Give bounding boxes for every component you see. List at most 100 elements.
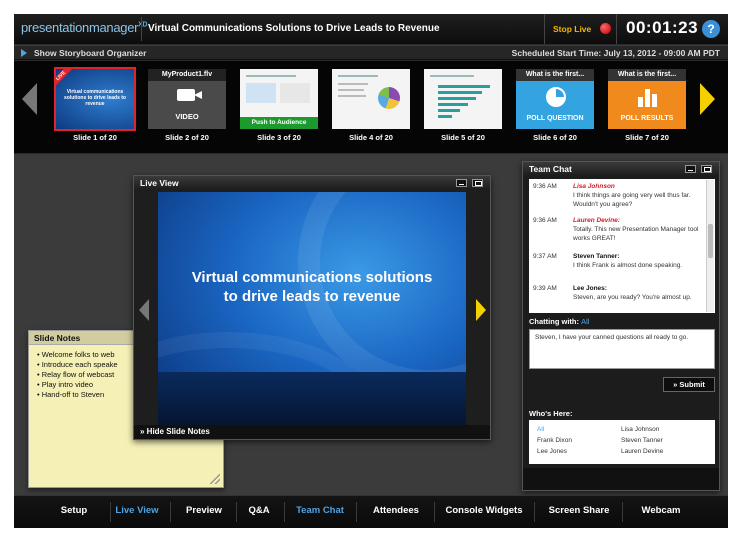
slide-thumbnail-5[interactable]: Slide 5 of 20 bbox=[424, 69, 502, 145]
storyboard-prev-arrow-icon[interactable] bbox=[22, 83, 37, 115]
doc-line bbox=[338, 83, 368, 85]
live-badge: LIVE bbox=[56, 69, 72, 87]
scheduled-start-time: Scheduled Start Time: July 13, 2012 - 09… bbox=[511, 48, 720, 58]
scroll-thumb[interactable] bbox=[708, 224, 713, 258]
next-slide-arrow-icon[interactable] bbox=[476, 299, 486, 321]
slide-thumbnail-3[interactable]: Push to Audience Slide 3 of 20 bbox=[240, 69, 318, 145]
slide-6-footer: POLL QUESTION bbox=[526, 115, 584, 122]
chatting-with: Chatting with: All bbox=[529, 317, 589, 326]
message-time: 9:36 AM bbox=[533, 183, 557, 190]
person-all[interactable]: All bbox=[537, 426, 544, 433]
slide-7-preview: What is the first... POLL RESULTS bbox=[608, 69, 686, 129]
slide-headline: Virtual communications solutions to driv… bbox=[158, 268, 466, 306]
minimize-icon[interactable] bbox=[456, 179, 467, 187]
message-text: Steven, are you ready? You're almost up. bbox=[573, 294, 692, 301]
message-author: Lee Jones: bbox=[573, 285, 607, 292]
bar bbox=[438, 91, 482, 94]
slide-6-preview: What is the first... POLL QUESTION bbox=[516, 69, 594, 129]
storyboard-info-bar: Show Storyboard Organizer Scheduled Star… bbox=[14, 45, 728, 60]
divider bbox=[284, 502, 285, 522]
message-time: 9:37 AM bbox=[533, 253, 557, 260]
tab-webcam[interactable]: Webcam bbox=[626, 505, 696, 516]
divider bbox=[622, 502, 623, 522]
person-item[interactable]: Lauren Devine bbox=[621, 448, 663, 455]
submit-button[interactable]: » Submit bbox=[663, 377, 715, 392]
tab-attendees[interactable]: Attendees bbox=[360, 505, 432, 516]
doc-image bbox=[280, 83, 310, 103]
tab-live-view[interactable]: Live View bbox=[110, 505, 164, 516]
expand-triangle-icon[interactable] bbox=[21, 49, 27, 57]
tab-screen-share[interactable]: Screen Share bbox=[538, 505, 620, 516]
video-camera-icon bbox=[177, 89, 202, 101]
slide-thumbnail-2[interactable]: MyProduct1.flv VIDEO Slide 2 of 20 bbox=[148, 69, 226, 145]
brand-logo: presentationmanagerXD bbox=[21, 20, 148, 35]
divider bbox=[170, 502, 171, 522]
headline-line-2: to drive leads to revenue bbox=[223, 288, 401, 305]
tab-team-chat[interactable]: Team Chat bbox=[288, 505, 352, 516]
divider bbox=[236, 502, 237, 522]
slide-caption: Slide 7 of 20 bbox=[625, 133, 669, 142]
team-chat-title: Team Chat bbox=[529, 164, 572, 174]
chatting-with-label: Chatting with: bbox=[529, 317, 579, 326]
bar bbox=[438, 85, 490, 88]
team-chat-header: Team Chat bbox=[523, 162, 719, 176]
chat-scrollbar[interactable] bbox=[706, 180, 714, 312]
pie-chart-icon bbox=[378, 87, 400, 109]
person-item[interactable]: Steven Tanner bbox=[621, 437, 663, 444]
storyboard-next-arrow-icon[interactable] bbox=[700, 83, 715, 115]
chatting-with-value[interactable]: All bbox=[581, 317, 589, 326]
tab-qa[interactable]: Q&A bbox=[238, 505, 280, 516]
slide-1-preview: LIVE Virtual communications solutions to… bbox=[54, 67, 136, 131]
slide-thumbnail-1[interactable]: LIVE Virtual communications solutions to… bbox=[54, 67, 136, 145]
message-author: Lisa Johnson bbox=[573, 183, 615, 190]
stop-live-button[interactable]: Stop Live bbox=[544, 14, 617, 44]
maximize-icon[interactable] bbox=[472, 179, 483, 187]
message-author: Lauren Devine: bbox=[573, 217, 620, 224]
brand-text: presentationmanager bbox=[21, 20, 139, 35]
minimize-icon[interactable] bbox=[685, 165, 696, 173]
presentation-title: Virtual Communications Solutions to Driv… bbox=[148, 23, 440, 34]
slide-thumbnail-7[interactable]: What is the first... POLL RESULTS Slide … bbox=[608, 69, 686, 145]
push-to-audience-label: Push to Audience bbox=[240, 117, 318, 129]
slide-7-footer: POLL RESULTS bbox=[620, 115, 674, 122]
show-storyboard-toggle[interactable]: Show Storyboard Organizer bbox=[34, 48, 146, 58]
slide-7-header: What is the first... bbox=[608, 69, 686, 81]
slide-caption: Slide 5 of 20 bbox=[441, 133, 485, 142]
bar bbox=[438, 103, 468, 106]
message-text: Totally. This new Presentation Manager t… bbox=[573, 226, 699, 242]
tab-setup[interactable]: Setup bbox=[44, 505, 104, 516]
doc-line bbox=[338, 89, 364, 91]
slide-3-preview: Push to Audience bbox=[240, 69, 318, 129]
tab-console-widgets[interactable]: Console Widgets bbox=[438, 505, 530, 516]
divider bbox=[534, 502, 535, 522]
person-item[interactable]: Lisa Johnson bbox=[621, 426, 659, 433]
slide-thumbnail-4[interactable]: Slide 4 of 20 bbox=[332, 69, 410, 145]
person-item[interactable]: Lee Jones bbox=[537, 448, 567, 455]
tab-preview[interactable]: Preview bbox=[174, 505, 234, 516]
person-item[interactable]: Frank Dixon bbox=[537, 437, 572, 444]
doc-image bbox=[246, 83, 276, 103]
bottom-tab-bar: Setup Live View Preview Q&A Team Chat At… bbox=[14, 495, 728, 528]
live-slide-stage: Virtual communications solutions to driv… bbox=[158, 192, 466, 426]
slide-caption: Slide 2 of 20 bbox=[165, 133, 209, 142]
doc-line bbox=[338, 95, 366, 97]
slide-thumbnail-6[interactable]: What is the first... POLL QUESTION Slide… bbox=[516, 69, 594, 145]
message-author: Steven Tanner: bbox=[573, 253, 620, 260]
slide-2-header: MyProduct1.flv bbox=[148, 69, 226, 81]
chat-message-input[interactable]: Steven, I have your canned questions all… bbox=[529, 329, 715, 369]
prev-slide-arrow-icon[interactable] bbox=[139, 299, 149, 321]
maximize-icon[interactable] bbox=[701, 165, 712, 173]
message-time: 9:39 AM bbox=[533, 285, 557, 292]
bar-chart-icon bbox=[638, 87, 658, 107]
slide-1-text: Virtual communications solutions to driv… bbox=[64, 89, 126, 107]
brand-sup: XD bbox=[138, 21, 148, 29]
live-view-title: Live View bbox=[140, 178, 179, 188]
stop-live-label: Stop Live bbox=[553, 24, 592, 34]
resize-grip-icon[interactable] bbox=[210, 474, 220, 484]
doc-line bbox=[338, 75, 378, 77]
chat-history[interactable]: 9:36 AM Lisa Johnson I think things are … bbox=[529, 179, 715, 313]
message-text: I think things are going very well thus … bbox=[573, 192, 691, 208]
hide-slide-notes-button[interactable]: » Hide Slide Notes bbox=[134, 425, 490, 439]
chat-footer bbox=[523, 468, 719, 490]
help-icon[interactable]: ? bbox=[702, 20, 720, 38]
